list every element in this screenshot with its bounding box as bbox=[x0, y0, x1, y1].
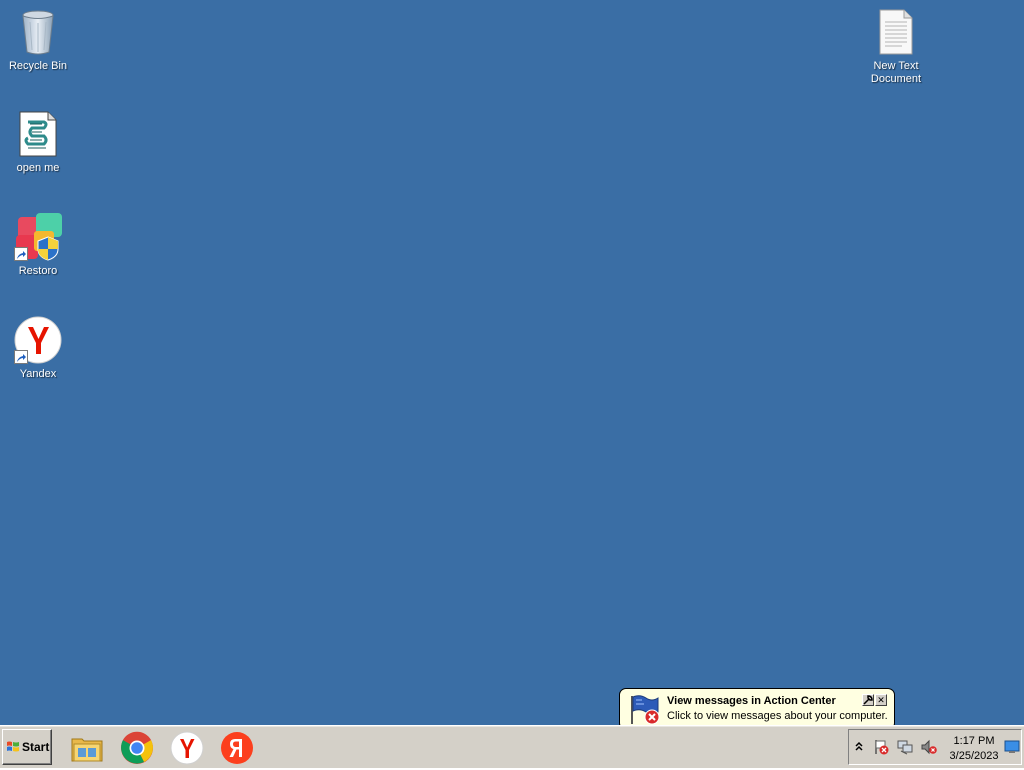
balloon-close-button[interactable]: ✕ bbox=[875, 694, 887, 706]
yandex-browser-icon bbox=[14, 316, 62, 364]
chrome-icon bbox=[120, 731, 154, 769]
clock-date: 3/25/2023 bbox=[949, 750, 999, 762]
balloon-options-button[interactable] bbox=[862, 694, 874, 706]
shortcut-arrow-icon bbox=[14, 350, 28, 364]
text-document-icon bbox=[872, 8, 920, 56]
balloon-text: Click to view messages about your comput… bbox=[667, 710, 888, 722]
system-tray: 1:17 PM 3/25/2023 bbox=[848, 729, 1022, 765]
desktop-icon-recycle-bin[interactable]: Recycle Bin bbox=[0, 8, 76, 73]
action-center-flag-icon bbox=[628, 694, 662, 726]
shortcut-arrow-icon bbox=[14, 247, 28, 261]
recycle-bin-icon bbox=[14, 8, 62, 56]
clock-time: 1:17 PM bbox=[953, 735, 995, 747]
restoro-icon bbox=[14, 213, 62, 261]
desktop-icon-label: Yandex bbox=[19, 368, 57, 380]
network-icon[interactable] bbox=[897, 739, 913, 755]
volume-muted-icon[interactable] bbox=[921, 739, 937, 755]
balloon-title: View messages in Action Center bbox=[667, 695, 836, 707]
desktop-icon-yandex[interactable]: Yandex bbox=[0, 316, 76, 381]
desktop-icon-label: New Text Document bbox=[870, 60, 922, 85]
taskbar-file-explorer[interactable] bbox=[70, 731, 104, 765]
desktop-icon-label: Recycle Bin bbox=[8, 60, 68, 72]
windows-logo-icon bbox=[6, 740, 20, 754]
taskbar: Start 1:17 PM 3/25/2023 bbox=[0, 725, 1024, 768]
desktop-icon-restoro[interactable]: Restoro bbox=[0, 213, 76, 278]
script-file-icon bbox=[14, 110, 62, 158]
clock[interactable]: 1:17 PM 3/25/2023 bbox=[945, 734, 1003, 764]
desktop-icon-new-text-document[interactable]: New Text Document bbox=[858, 8, 934, 86]
start-button[interactable]: Start bbox=[2, 729, 52, 765]
action-center-flag-icon[interactable] bbox=[873, 739, 889, 755]
show-desktop-icon[interactable] bbox=[1004, 740, 1020, 756]
start-label: Start bbox=[22, 740, 50, 754]
taskbar-yandex[interactable] bbox=[220, 731, 254, 765]
yandex-icon bbox=[220, 732, 254, 769]
wrench-icon bbox=[863, 695, 873, 705]
taskbar-chrome[interactable] bbox=[120, 731, 154, 765]
yandex-browser-icon bbox=[170, 731, 204, 769]
show-hidden-icons-icon[interactable] bbox=[853, 738, 865, 754]
action-center-balloon[interactable]: View messages in Action Center Click to … bbox=[619, 688, 895, 730]
desktop-icon-open-me[interactable]: open me bbox=[0, 110, 76, 175]
taskbar-yandex-browser[interactable] bbox=[170, 731, 204, 765]
desktop-icon-label: open me bbox=[16, 162, 60, 174]
file-explorer-icon bbox=[70, 738, 104, 769]
desktop: Recycle Bin open me Restoro Yandex New T… bbox=[0, 0, 1024, 725]
desktop-icon-label: Restoro bbox=[18, 265, 58, 277]
